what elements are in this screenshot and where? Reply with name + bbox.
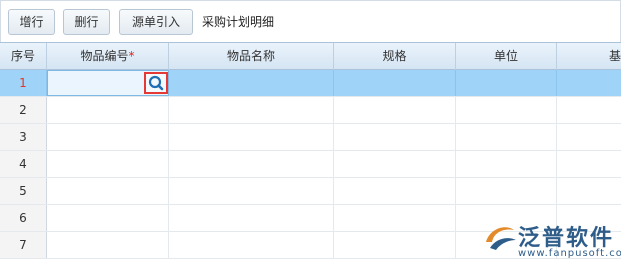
row-number: 3 <box>0 124 47 150</box>
item-lookup-button[interactable] <box>144 72 168 94</box>
table-cell[interactable] <box>334 124 456 150</box>
header-item-name[interactable]: 物品名称 <box>169 43 334 70</box>
header-item-code[interactable]: 物品编号* <box>47 43 169 70</box>
table-cell[interactable] <box>47 124 169 150</box>
brand-swirl-icon <box>486 227 516 250</box>
row-number: 1 <box>0 70 47 96</box>
table-cell[interactable] <box>334 151 456 177</box>
table-cell[interactable] <box>47 97 169 123</box>
table-cell[interactable] <box>169 124 334 150</box>
table-cell[interactable] <box>334 97 456 123</box>
table-cell[interactable] <box>557 70 621 96</box>
table-cell[interactable] <box>169 151 334 177</box>
table-cell[interactable] <box>334 205 456 231</box>
grid-header: 序号 物品编号* 物品名称 规格 单位 基 <box>0 42 621 70</box>
table-cell[interactable] <box>47 205 169 231</box>
table-cell[interactable] <box>456 124 557 150</box>
table-cell[interactable] <box>456 151 557 177</box>
table-cell[interactable] <box>47 232 169 258</box>
header-spec[interactable]: 规格 <box>334 43 456 70</box>
required-marker: * <box>128 49 135 63</box>
table-cell[interactable] <box>169 97 334 123</box>
watermark-url: www.fanpusoft.com <box>518 248 621 259</box>
table-cell[interactable] <box>169 232 334 258</box>
table-row[interactable]: 4 <box>0 151 621 178</box>
row-number: 5 <box>0 178 47 204</box>
table-cell[interactable] <box>456 70 557 96</box>
table-row[interactable]: 3 <box>0 124 621 151</box>
toolbar: 增行 删行 源单引入 采购计划明细 <box>0 0 621 42</box>
row-number: 4 <box>0 151 47 177</box>
source-import-button[interactable]: 源单引入 <box>119 9 193 35</box>
table-cell[interactable] <box>47 178 169 204</box>
table-cell[interactable] <box>334 70 456 96</box>
table-row[interactable]: 5 <box>0 178 621 205</box>
table-cell[interactable] <box>557 178 621 204</box>
delete-row-button[interactable]: 删行 <box>63 9 110 35</box>
table-cell[interactable] <box>334 232 456 258</box>
table-row[interactable]: 1 <box>0 70 621 97</box>
header-item-code-label: 物品编号 <box>80 49 129 63</box>
table-cell[interactable] <box>557 151 621 177</box>
row-number: 6 <box>0 205 47 231</box>
watermark-logo: 泛普软件 www.fanpusoft.com <box>480 218 621 268</box>
row-number: 7 <box>0 232 47 258</box>
section-title: 采购计划明细 <box>202 15 275 29</box>
header-extra[interactable]: 基 <box>557 43 621 70</box>
table-cell[interactable] <box>47 151 169 177</box>
table-cell[interactable] <box>557 97 621 123</box>
header-seq[interactable]: 序号 <box>0 43 47 70</box>
add-row-button[interactable]: 增行 <box>8 9 55 35</box>
table-cell[interactable] <box>169 205 334 231</box>
table-cell[interactable] <box>334 178 456 204</box>
table-row[interactable]: 2 <box>0 97 621 124</box>
row-number: 2 <box>0 97 47 123</box>
table-cell[interactable] <box>456 178 557 204</box>
table-cell[interactable] <box>456 97 557 123</box>
table-cell[interactable] <box>169 70 334 96</box>
table-cell[interactable] <box>169 178 334 204</box>
table-cell[interactable] <box>557 124 621 150</box>
search-icon <box>148 75 164 91</box>
header-unit[interactable]: 单位 <box>456 43 557 70</box>
